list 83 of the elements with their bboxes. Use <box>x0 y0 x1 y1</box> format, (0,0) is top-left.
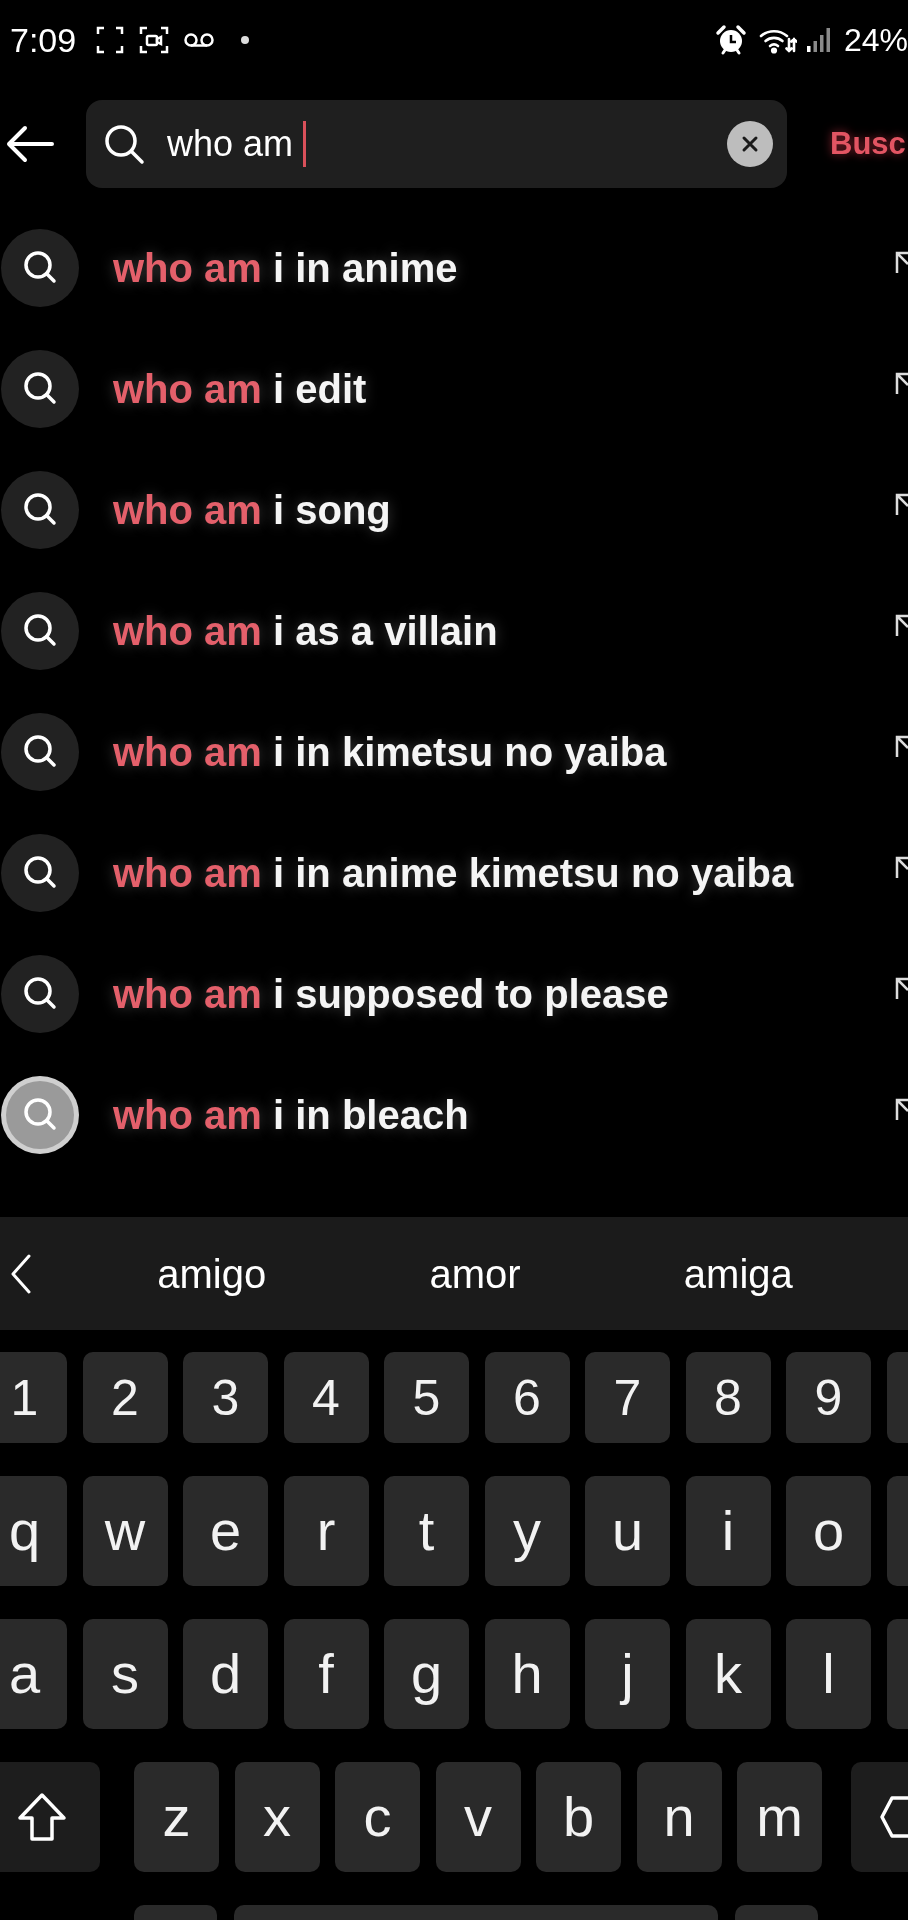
back-arrow-icon <box>5 123 55 164</box>
search-icon[interactable] <box>1 954 79 1033</box>
keyboard-key[interactable]: 6 <box>484 1352 570 1443</box>
keyboard-key[interactable]: v <box>435 1762 521 1872</box>
suggestion-text[interactable]: who am i in bleach <box>113 1094 469 1135</box>
up-left-arrow-icon[interactable] <box>895 613 908 638</box>
search-icon[interactable] <box>1 470 79 549</box>
up-left-arrow-icon[interactable] <box>895 1097 908 1122</box>
keyboard-key[interactable]: x <box>234 1762 320 1872</box>
up-left-arrow-icon[interactable] <box>895 250 908 275</box>
camera-frame-icon <box>139 26 170 54</box>
keyboard-key[interactable]: 4 <box>283 1352 369 1443</box>
keyboard-key[interactable]: o <box>786 1476 871 1586</box>
backspace-key[interactable] <box>851 1762 908 1872</box>
keyboard-key[interactable]: k <box>685 1619 771 1729</box>
keyboard-key[interactable]: 5 <box>384 1352 469 1443</box>
dot-icon <box>241 36 250 44</box>
keyboard-key[interactable]: c <box>335 1762 420 1872</box>
word-suggestion[interactable]: amiga <box>683 1253 793 1294</box>
keyboard-key[interactable]: y <box>484 1476 570 1586</box>
suggestion-text[interactable]: who am i in kimetsu no yaiba <box>113 731 667 772</box>
keyboard-key[interactable]: l <box>786 1619 871 1729</box>
suggestion-text[interactable]: who am i edit <box>113 368 367 409</box>
backspace-icon <box>880 1796 908 1838</box>
shift-arrow-icon <box>17 1792 67 1842</box>
search-icon[interactable] <box>1 349 79 428</box>
keyboard-key[interactable]: z <box>134 1762 219 1872</box>
status-time: 7:09 <box>10 23 77 57</box>
signal-icon <box>805 27 832 53</box>
keyboard-key[interactable]: w <box>82 1476 168 1586</box>
voicemail-icon <box>183 32 216 48</box>
back-button[interactable] <box>5 123 55 164</box>
keyboard-key[interactable]: r <box>283 1476 369 1586</box>
keyboard-key[interactable]: s <box>82 1619 168 1729</box>
search-icon <box>103 122 145 165</box>
alarm-clock-icon <box>714 24 747 56</box>
word-suggestion[interactable]: amigo <box>157 1253 267 1294</box>
search-icon[interactable] <box>1 833 79 912</box>
keyboard-key[interactable]: u <box>585 1476 670 1586</box>
close-icon <box>741 134 759 153</box>
search-icon[interactable] <box>1 712 79 791</box>
up-left-arrow-icon[interactable] <box>895 976 908 1001</box>
suggestion-text[interactable]: who am i in anime <box>113 247 458 288</box>
search-field[interactable]: who am <box>86 99 787 188</box>
search-icon[interactable] <box>1 1075 79 1154</box>
keyboard-key[interactable]: 7 <box>585 1352 670 1443</box>
keyboard-key[interactable]: q <box>0 1476 67 1586</box>
battery-percentage: 24% <box>843 24 908 56</box>
up-left-arrow-icon[interactable] <box>895 855 908 880</box>
search-icon[interactable] <box>1 228 79 307</box>
word-suggestion[interactable]: amor <box>429 1253 521 1294</box>
keyboard-key[interactable]: 2 <box>82 1352 168 1443</box>
suggestion-text[interactable]: who am i supposed to please <box>113 973 669 1014</box>
keyboard-key[interactable]: b <box>536 1762 621 1872</box>
keyboard-key[interactable]: 3 <box>183 1352 268 1443</box>
up-left-arrow-icon[interactable] <box>895 734 908 759</box>
keyboard-key[interactable]: t <box>384 1476 469 1586</box>
keyboard-key[interactable]: n <box>636 1762 722 1872</box>
shift-key[interactable] <box>0 1762 100 1872</box>
keyboard-key[interactable]: j <box>585 1619 670 1729</box>
suggestion-text[interactable]: who am i song <box>113 489 391 530</box>
up-left-arrow-icon[interactable] <box>895 371 908 396</box>
search-button[interactable]: Busc <box>830 128 906 159</box>
text-cursor <box>303 120 307 167</box>
keyboard-key[interactable]: 9 <box>786 1352 871 1443</box>
keyboard-key[interactable]: e <box>183 1476 268 1586</box>
keyboard-key[interactable]: i <box>685 1476 771 1586</box>
keyboard-key[interactable]: m <box>737 1762 822 1872</box>
keyboard-key[interactable]: h <box>484 1619 570 1729</box>
collapse-button[interactable] <box>10 1253 32 1294</box>
suggestion-text[interactable]: who am i as a villain <box>113 610 498 651</box>
chevron-left-icon <box>10 1253 32 1294</box>
keyboard-key[interactable]: 8 <box>685 1352 771 1443</box>
up-left-arrow-icon[interactable] <box>895 492 908 517</box>
clear-button[interactable] <box>727 120 773 167</box>
search-icon[interactable] <box>1 591 79 670</box>
keyboard-key[interactable]: a <box>0 1619 67 1729</box>
dashed-frame-icon <box>96 26 125 54</box>
keyboard-key[interactable]: d <box>183 1619 268 1729</box>
keyboard-key[interactable]: g <box>384 1619 469 1729</box>
suggestion-text[interactable]: who am i in anime kimetsu no yaiba <box>113 852 794 893</box>
keyboard-key[interactable]: f <box>283 1619 369 1729</box>
keyboard-key[interactable]: 1 <box>0 1352 67 1443</box>
